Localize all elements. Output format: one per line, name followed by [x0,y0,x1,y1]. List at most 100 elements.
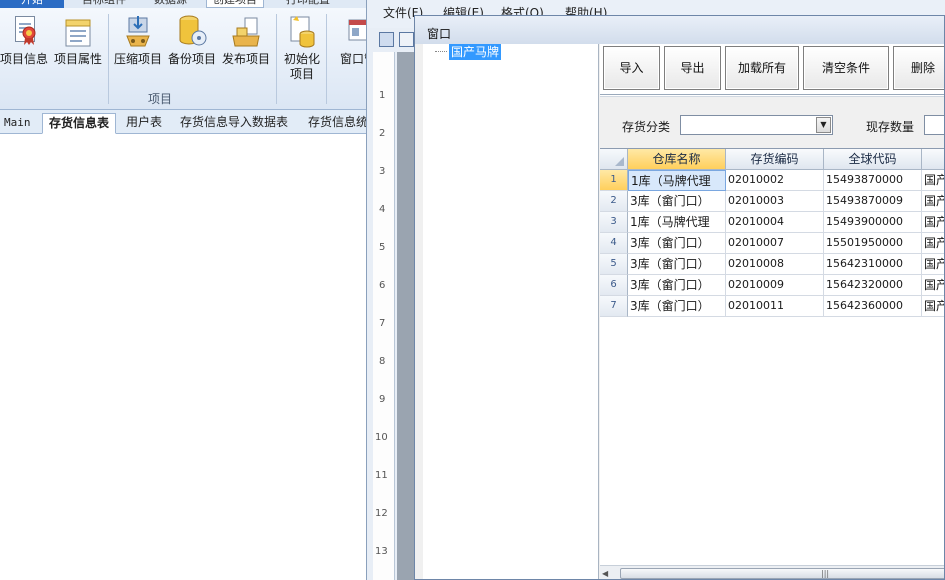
load-all-button[interactable]: 加载所有 [725,46,799,90]
cell-item-code[interactable]: 02010007 [726,233,824,254]
select-all-corner[interactable] [600,149,628,170]
publish-project-button[interactable]: 发布项目 [220,12,272,67]
delete-button[interactable]: 删除 [893,46,944,90]
window-dialog: 窗口 国产马牌 导入 导出 加载所有 清空条件 删除 存货分类 ▼ 现存数量 仓… [414,15,945,580]
cell-category[interactable]: 国产 [922,212,944,233]
initialize-project-button[interactable]: 初始化 项目 [276,12,328,82]
initialize-project-label: 初始化 [283,52,320,66]
project-properties-label: 项目属性 [53,52,102,66]
cell-item-code[interactable]: 02010003 [726,191,824,212]
cell-warehouse[interactable]: 3库（畲门口） [628,296,726,317]
ribbon-panel: 项目信息 项目属性 压缩项目 备份项目 发布项目 初始化 项目 窗口 项目 [0,8,366,110]
row-number[interactable]: 4 [600,233,628,254]
cell-warehouse[interactable]: 3库（畲门口） [628,191,726,212]
dialog-title-bar[interactable]: 窗口 [415,16,944,44]
table-row[interactable]: 6 3库（畲门口） 02010009 15642320000 国产 [600,275,944,296]
cell-category[interactable]: 国产 [922,233,944,254]
column-header-warehouse[interactable]: 仓库名称 [628,149,726,170]
editor-toolbar [375,30,419,50]
tab-inventory-stats[interactable]: 存货信息统 [308,113,366,134]
tab-inventory-info[interactable]: 存货信息表 [42,113,117,134]
column-header-category[interactable]: 存 [922,149,944,170]
document-icon[interactable] [399,32,414,47]
cell-warehouse[interactable]: 3库（畲门口） [628,233,726,254]
import-button[interactable]: 导入 [603,46,660,90]
project-info-button[interactable]: 项目信息 [0,12,50,67]
designer-app: 开始 目标组件 数据源 创建项目 打印配置 项目信息 [0,0,366,580]
cell-warehouse[interactable]: 1库（马牌代理 [628,170,726,191]
tab-inventory-import[interactable]: 存货信息导入数据表 [180,113,288,134]
row-number[interactable]: 5 [600,254,628,275]
cell-global-code[interactable]: 15642310000 [824,254,922,275]
category-select[interactable]: ▼ [680,115,833,135]
cell-global-code[interactable]: 15493870000 [824,170,922,191]
publish-icon [231,14,261,48]
table-row[interactable]: 1 1库（马牌代理 02010002 15493870000 国产 [600,170,944,191]
ribbon-tab-data-source[interactable]: 数据源 [148,0,193,8]
table-row[interactable]: 2 3库（畲门口） 02010003 15493870009 国产 [600,191,944,212]
cell-global-code[interactable]: 15642320000 [824,275,922,296]
compress-project-button[interactable]: 压缩项目 [112,12,164,67]
column-header-item-code[interactable]: 存货编码 [726,149,824,170]
tab-main[interactable]: Main [4,113,31,134]
project-properties-button[interactable]: 项目属性 [52,12,104,67]
backup-project-button[interactable]: 备份项目 [166,12,218,67]
grip-icon: ||| [821,569,830,578]
cell-global-code[interactable]: 15501950000 [824,233,922,254]
cell-item-code[interactable]: 02010004 [726,212,824,233]
save-icon[interactable] [379,32,394,47]
row-number[interactable]: 7 [600,296,628,317]
window-manager-label: 窗口管 [339,52,366,66]
scrollbar-thumb[interactable]: ||| [620,568,944,579]
table-row[interactable]: 4 3库（畲门口） 02010007 15501950000 国产 [600,233,944,254]
publish-project-label: 发布项目 [221,52,270,66]
cell-warehouse[interactable]: 1库（马牌代理 [628,212,726,233]
ribbon-tab-create-project[interactable]: 创建项目 [206,0,264,8]
ribbon-tab-print-config[interactable]: 打印配置 [280,0,336,8]
tab-users[interactable]: 用户表 [126,113,162,134]
chevron-down-icon[interactable]: ▼ [816,117,831,133]
cell-warehouse[interactable]: 3库（畲门口） [628,254,726,275]
window-manager-button[interactable]: 窗口管 [332,12,366,67]
cell-category[interactable]: 国产 [922,296,944,317]
tree-node-domestic-brand[interactable]: 国产马牌 [449,44,502,60]
cell-global-code[interactable]: 15493900000 [824,212,922,233]
ruler-number: 2 [379,128,386,139]
cell-item-code[interactable]: 02010002 [726,170,824,191]
ruler-number: 7 [379,318,386,329]
ribbon-tab-target-components[interactable]: 目标组件 [76,0,132,8]
dialog-title: 窗口 [427,27,452,41]
cell-item-code[interactable]: 02010009 [726,275,824,296]
cell-category[interactable]: 国产 [922,170,944,191]
cell-category[interactable]: 国产 [922,191,944,212]
table-row[interactable]: 5 3库（畲门口） 02010008 15642310000 国产 [600,254,944,275]
certificate-icon [9,14,39,48]
ruler-number: 3 [379,166,386,177]
quantity-input[interactable] [924,115,944,135]
table-row[interactable]: 3 1库（马牌代理 02010004 15493900000 国产 [600,212,944,233]
cell-category[interactable]: 国产 [922,254,944,275]
cell-warehouse[interactable]: 3库（畲门口） [628,275,726,296]
row-number[interactable]: 3 [600,212,628,233]
row-number[interactable]: 1 [600,170,628,191]
ruler-number: 9 [379,394,386,405]
horizontal-scrollbar[interactable]: ◀ ||| [600,565,944,579]
cell-global-code[interactable]: 15642360000 [824,296,922,317]
cell-global-code[interactable]: 15493870009 [824,191,922,212]
cell-category[interactable]: 国产 [922,275,944,296]
ruler-number: 5 [379,242,386,253]
ribbon-tab-start[interactable]: 开始 [0,0,64,8]
row-number[interactable]: 6 [600,275,628,296]
clear-filter-button[interactable]: 清空条件 [803,46,889,90]
column-header-global-code[interactable]: 全球代码 [824,149,922,170]
export-button[interactable]: 导出 [664,46,721,90]
row-number[interactable]: 2 [600,191,628,212]
scroll-left-icon[interactable]: ◀ [602,569,608,578]
category-label: 存货分类 [622,120,671,134]
document-properties-icon [63,14,93,48]
initialize-database-icon [287,14,317,48]
cell-item-code[interactable]: 02010011 [726,296,824,317]
cell-item-code[interactable]: 02010008 [726,254,824,275]
ruler-number: 13 [375,546,388,557]
table-row[interactable]: 7 3库（畲门口） 02010011 15642360000 国产 [600,296,944,317]
